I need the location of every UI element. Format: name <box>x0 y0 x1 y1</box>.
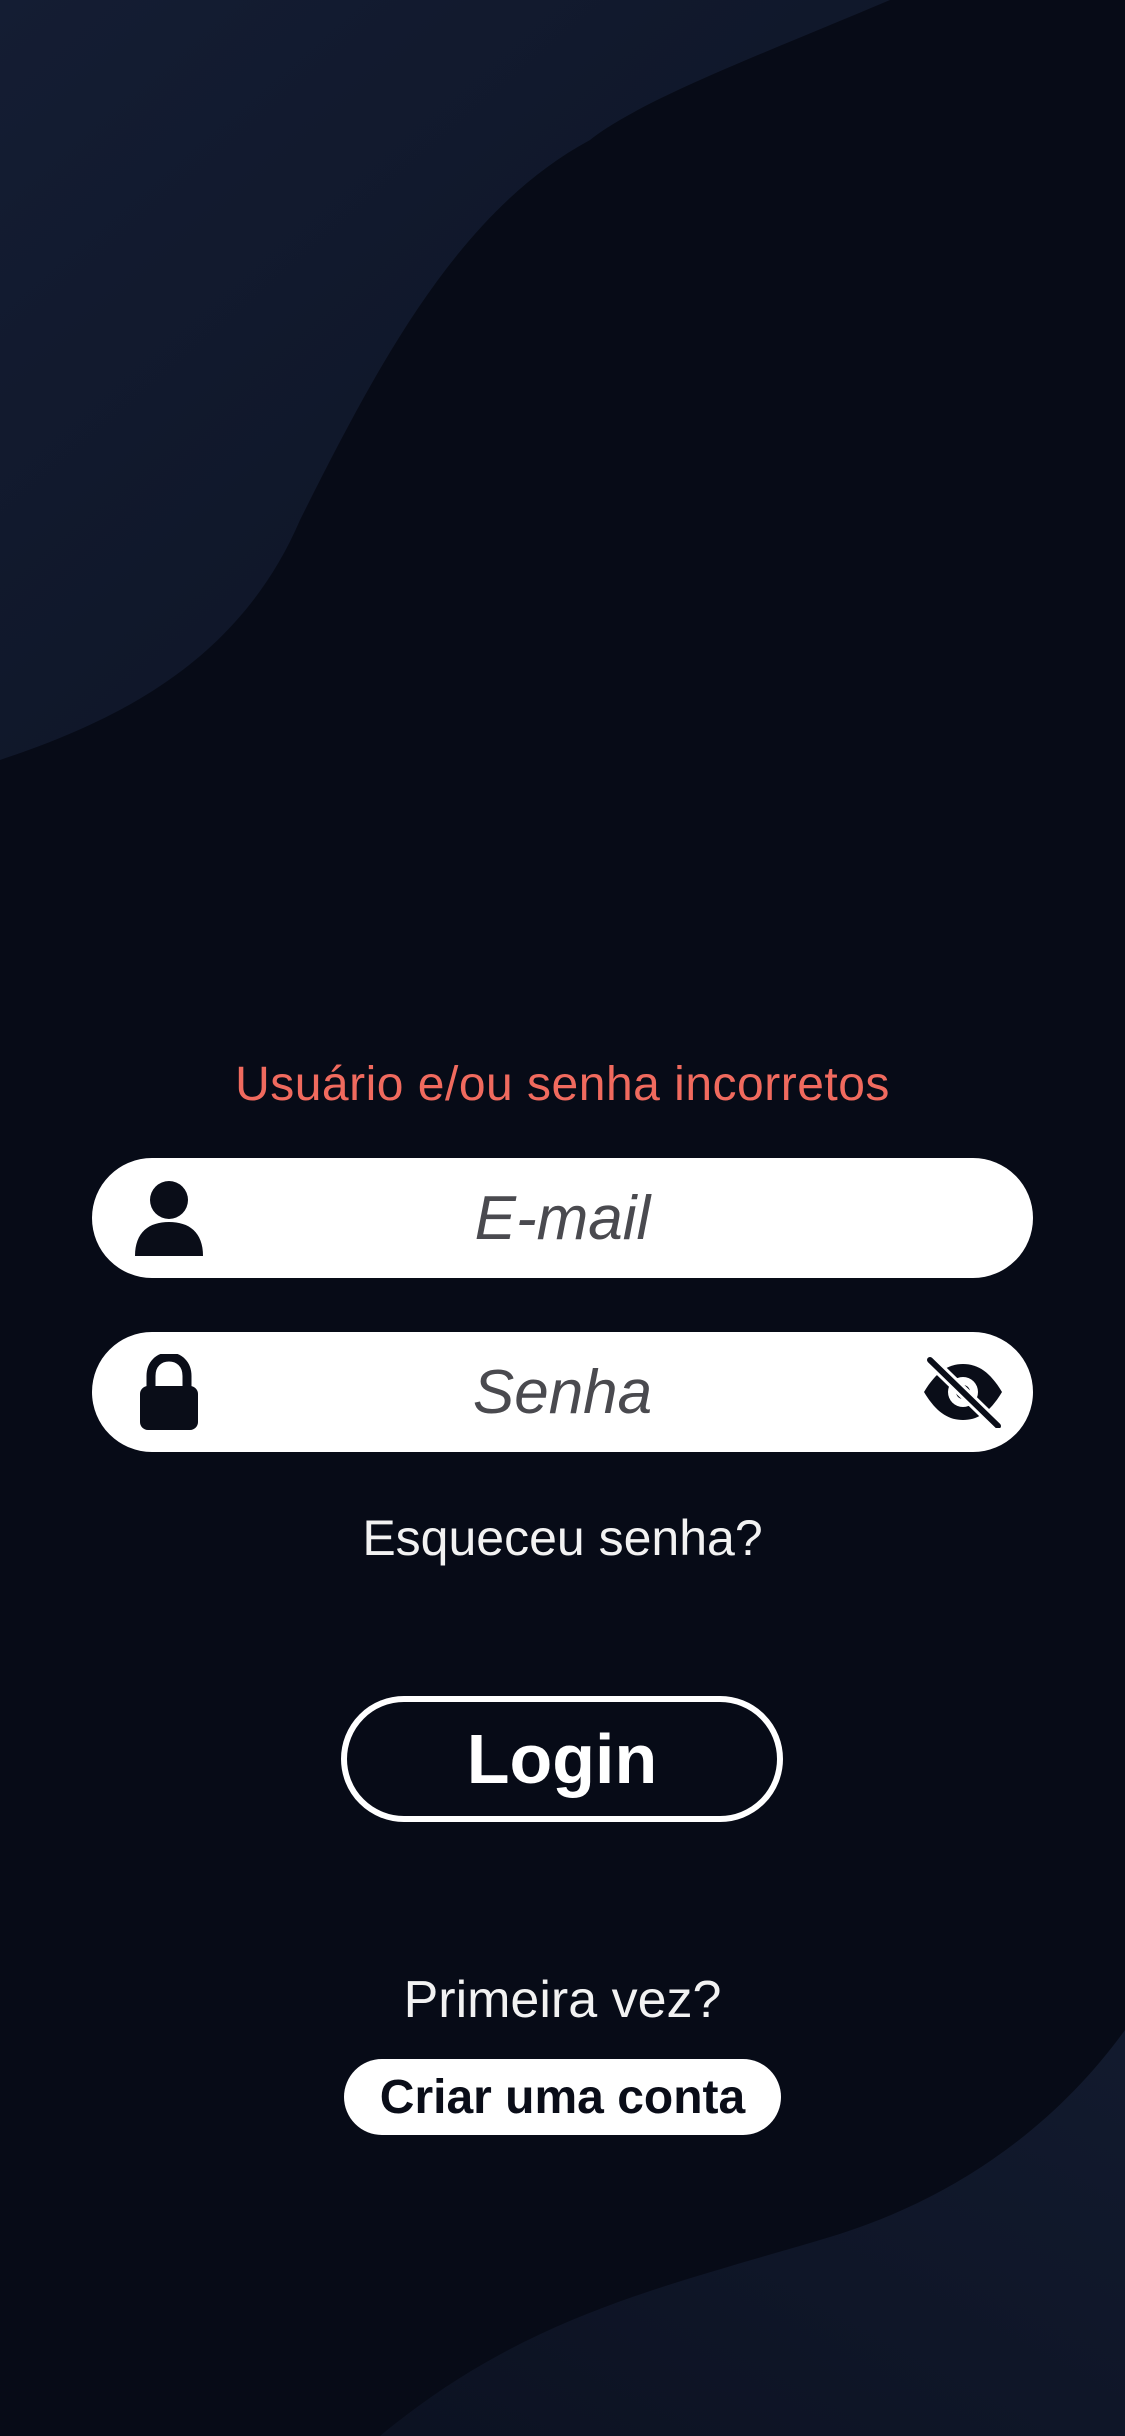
eye-off-icon[interactable] <box>913 1348 1013 1436</box>
login-error-message: Usuário e/ou senha incorretos <box>235 1058 890 1111</box>
login-screen: Usuário e/ou senha incorretos E-mail Esq… <box>0 0 1125 2436</box>
login-button[interactable]: Login <box>341 1696 783 1822</box>
password-input[interactable] <box>232 1332 893 1452</box>
email-field[interactable] <box>92 1158 1033 1278</box>
email-input[interactable] <box>232 1158 893 1278</box>
first-time-prompt: Primeira vez? <box>403 1971 722 2029</box>
forgot-password-link[interactable]: Esqueceu senha? <box>0 1503 1125 1573</box>
password-field[interactable] <box>92 1332 1033 1452</box>
lock-icon <box>124 1346 214 1438</box>
user-icon <box>124 1172 214 1264</box>
create-account-button[interactable]: Criar uma conta <box>344 2059 781 2135</box>
